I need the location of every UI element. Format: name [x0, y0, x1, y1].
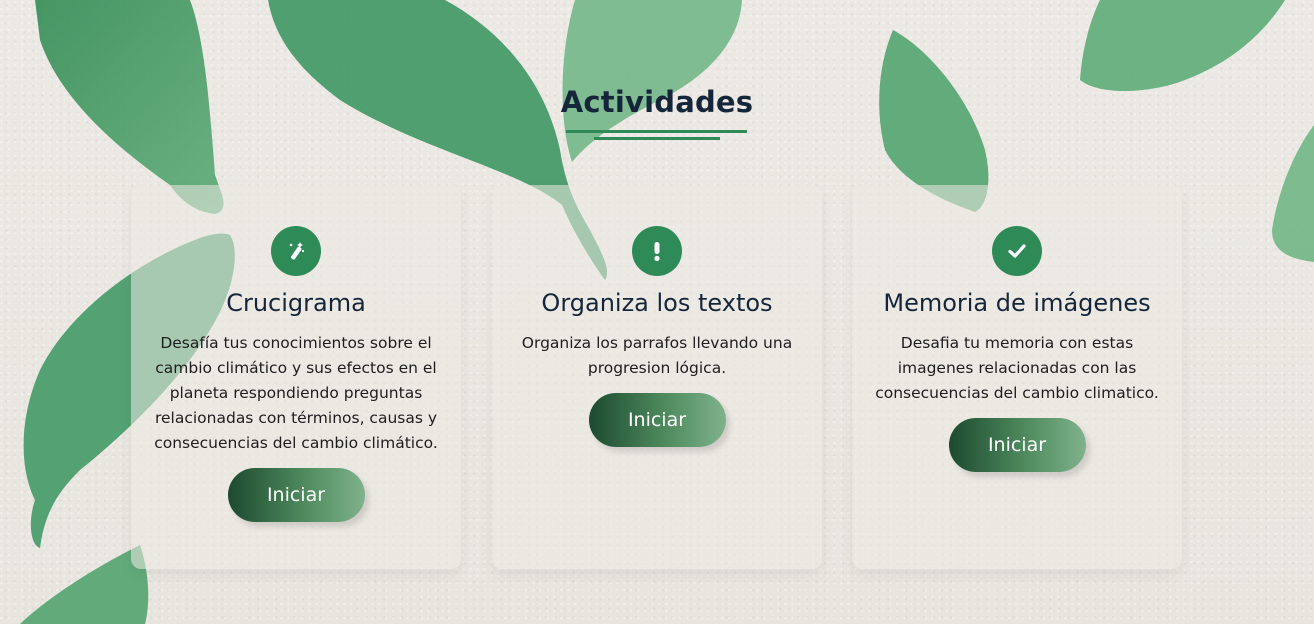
magic-wand-icon [289, 242, 305, 260]
start-button[interactable]: Iniciar [948, 418, 1086, 472]
icon-badge [271, 226, 321, 276]
exclamation-icon [654, 242, 660, 262]
start-button[interactable]: Iniciar [588, 393, 726, 447]
activity-card-memoria-imagenes: Memoria de imágenes Desafia tu memoria c… [852, 185, 1182, 569]
page-title: Actividades [560, 85, 754, 119]
icon-badge [632, 226, 682, 276]
icon-badge [992, 226, 1042, 276]
activity-card-organiza-textos: Organiza los textos Organiza los parrafo… [492, 185, 822, 569]
title-underline-secondary [594, 137, 720, 140]
section-heading: Actividades [0, 82, 1314, 122]
card-title: Memoria de imágenes [883, 289, 1151, 317]
title-underline [566, 130, 747, 133]
start-button[interactable]: Iniciar [227, 468, 365, 522]
card-description: Desafía tus conocimientos sobre el cambi… [154, 334, 438, 452]
card-description: Desafia tu memoria con estas imagenes re… [875, 334, 1159, 402]
activity-card-crucigrama: Crucigrama Desafía tus conocimientos sob… [131, 185, 461, 569]
checkmark-icon [1008, 244, 1026, 258]
card-description: Organiza los parrafos llevando una progr… [521, 334, 793, 377]
card-title: Crucigrama [226, 289, 366, 317]
card-title: Organiza los textos [541, 289, 773, 317]
